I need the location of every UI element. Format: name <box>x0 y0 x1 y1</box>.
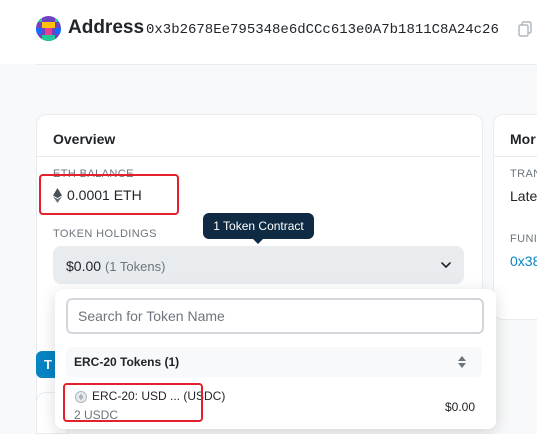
token-search-input[interactable] <box>66 298 484 334</box>
erc20-group-header[interactable]: ERC-20 Tokens (1) <box>66 347 482 377</box>
token-value: $0.00 <box>444 400 475 414</box>
eth-balance-highlight <box>39 174 179 215</box>
sort-icon[interactable] <box>458 356 466 368</box>
transactions-value: Late <box>510 188 537 204</box>
holdings-value: $0.00 <box>66 258 102 274</box>
token-contract-tooltip: 1 Token Contract <box>203 213 314 239</box>
holdings-count: (1 Tokens) <box>104 259 166 274</box>
transactions-label: TRAN <box>510 168 537 180</box>
tooltip-arrow <box>253 239 263 244</box>
holdings-summary: $0.00 (1 Tokens) <box>66 257 165 276</box>
token-holdings-label: TOKEN HOLDINGS <box>53 228 157 240</box>
overview-title: Overview <box>53 131 116 147</box>
funded-by-label: FUNI <box>510 233 537 245</box>
erc20-group-label: ERC-20 Tokens (1) <box>74 355 180 369</box>
more-info-title: Mor <box>510 131 536 147</box>
overview-divider <box>37 156 480 157</box>
page-title: Address <box>68 17 145 38</box>
address-avatar-icon <box>36 16 61 41</box>
header-divider <box>36 64 537 65</box>
token-row-highlight <box>63 383 203 422</box>
more-info-divider <box>494 156 537 157</box>
token-holdings-dropdown[interactable]: $0.00 (1 Tokens) <box>53 246 464 284</box>
chevron-down-icon <box>441 262 451 268</box>
funded-by-link[interactable]: 0x38 <box>510 252 537 270</box>
address-hash: 0x3b2678Ee795348e6dCCc613e0A7b1811C8A24c… <box>146 22 499 38</box>
copy-icon[interactable] <box>518 21 532 37</box>
